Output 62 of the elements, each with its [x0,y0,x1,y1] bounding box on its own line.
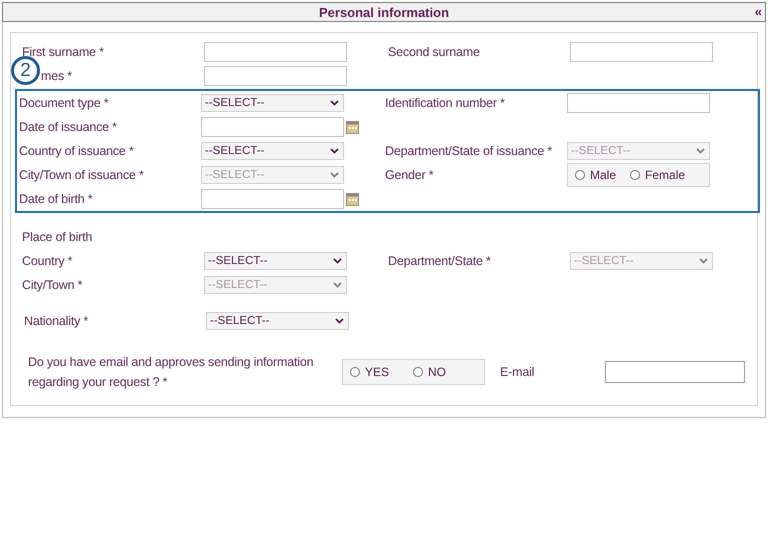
chevron-icon [333,258,342,264]
field-label: Date of birth * [19,192,92,206]
field-label: mes * [41,69,72,83]
field-label: Department/State * [388,254,491,268]
select-field[interactable]: --SELECT-- [201,142,344,160]
field-label: Document type * [19,96,108,110]
field-label: Country of issuance * [19,144,134,158]
chevron-icon [330,100,339,106]
select-value: --SELECT-- [210,315,270,327]
step-badge: 2 [11,56,40,85]
radio-option[interactable]: YES [350,365,390,379]
radio-option[interactable]: NO [413,365,446,379]
radio-button[interactable] [575,170,585,180]
date-field[interactable] [201,117,344,137]
chevron-icon [330,172,339,178]
calendar-icon [346,120,359,134]
radio-label: YES [365,365,390,379]
radio-option[interactable]: Female [630,168,686,182]
field-label: Date of issuance * [19,120,117,134]
select-value: --SELECT-- [574,255,634,267]
field-label: Do you have email and approves sending information regarding your request ? * [28,354,314,391]
text-field[interactable] [204,42,347,62]
chevron-icon [696,148,705,154]
field-label: Country * [22,254,72,268]
text-field[interactable] [204,66,347,86]
select-value: --SELECT-- [571,145,630,157]
field-label: Gender * [385,168,434,182]
radio-option[interactable]: Male [575,168,616,182]
radio-button[interactable] [630,170,640,180]
select-field[interactable]: --SELECT-- [201,94,344,112]
calendar-icon [346,192,359,206]
select-value: --SELECT-- [208,279,268,291]
field-label: First surname * [22,45,104,59]
chevron-icon [333,282,342,288]
radio-label: NO [428,365,446,379]
collapse-button[interactable]: « [754,4,762,20]
text-field[interactable] [570,42,713,62]
radio-button[interactable] [413,367,424,377]
panel-title: Personal information [318,4,450,20]
field-label: Identification number * [385,96,505,110]
select-value: --SELECT-- [205,97,264,109]
radio-button[interactable] [350,367,360,377]
field-label: City/Town of issuance * [19,168,144,182]
field-label: E-mail [500,365,534,379]
field-label: Department/State of issuance * [385,144,552,158]
chevron-icon [330,148,339,154]
radio-label: Male [590,168,616,182]
date-field[interactable] [201,189,344,209]
select-value: --SELECT-- [205,169,264,181]
select-value: --SELECT-- [205,145,264,157]
chevron-icon [335,318,344,324]
section-heading: Place of birth [22,230,92,244]
select-field[interactable]: --SELECT-- [206,312,349,330]
text-field[interactable] [605,361,745,383]
radio-label: Female [645,168,686,182]
field-label: Nationality * [24,314,88,328]
chevron-icon [699,258,708,264]
field-label: City/Town * [22,278,82,292]
select-value: --SELECT-- [208,255,268,267]
select-field[interactable]: --SELECT-- [204,252,347,270]
field-label: Second surname [388,45,480,59]
text-field[interactable] [567,93,710,113]
